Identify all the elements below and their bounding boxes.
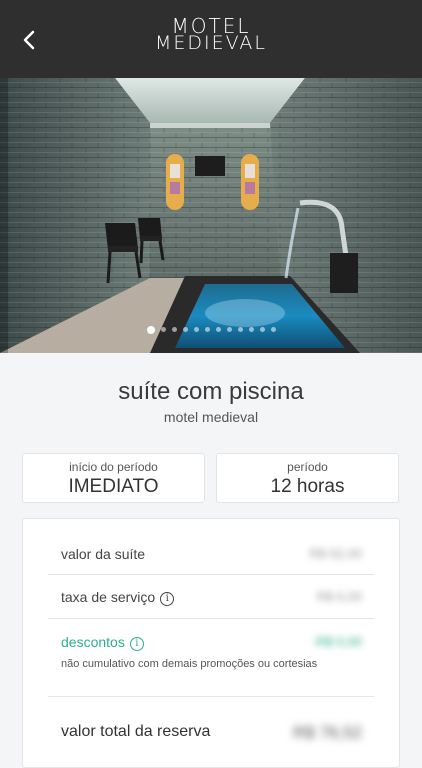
period-start-label: início do período	[69, 460, 158, 474]
carousel-dot[interactable]	[160, 327, 166, 333]
total-label: valor total da reserva	[61, 723, 211, 740]
carousel-dot[interactable]	[215, 327, 221, 333]
carousel-dot[interactable]	[182, 327, 188, 333]
info-icon[interactable]: i	[129, 637, 144, 651]
discount-label-wrap: descontos i	[61, 634, 144, 651]
period-start-box[interactable]: início do período IMEDIATO	[22, 453, 205, 503]
service-fee-value: R$ 6,00	[316, 589, 362, 604]
suite-price-label: valor da suíte	[61, 546, 146, 562]
carousel-dot[interactable]	[193, 327, 199, 333]
carousel-dot[interactable]	[270, 327, 276, 333]
service-fee-label: taxa de serviço	[61, 589, 156, 605]
suite-price-value: R$ 62,00	[309, 546, 362, 561]
period-duration-value: 12 horas	[270, 476, 345, 497]
service-fee-label-wrap: taxa de serviço i	[61, 589, 175, 606]
carousel-dot[interactable]	[146, 325, 155, 334]
service-fee-row: taxa de serviço i R$ 6,00	[48, 575, 374, 619]
carousel-dots	[0, 321, 422, 339]
carousel-dot[interactable]	[237, 327, 243, 333]
suite-photo	[0, 78, 422, 353]
carousel-dot[interactable]	[248, 327, 254, 333]
discount-label: descontos	[61, 634, 125, 650]
motel-logo: MOTEL MEDIEVAL	[0, 16, 422, 54]
carousel-dot[interactable]	[171, 327, 177, 333]
info-icon[interactable]: i	[160, 592, 175, 606]
pricing-card: valor da suíte R$ 62,00 taxa de serviço i…	[22, 518, 400, 768]
period-start-value: IMEDIATO	[68, 476, 159, 497]
period-duration-label: período	[287, 460, 328, 474]
app-header: MOTEL MEDIEVAL	[0, 0, 422, 78]
carousel-dot[interactable]	[204, 327, 210, 333]
motel-name: motel medieval	[163, 409, 259, 425]
suite-name: suíte com piscina	[118, 378, 304, 405]
suite-price-row: valor da suíte R$ 62,00	[48, 529, 374, 575]
period-duration-box[interactable]: período 12 horas	[216, 453, 399, 503]
suite-photo-carousel[interactable]	[0, 78, 422, 353]
discount-note: não cumulativo com demais promoções ou c…	[61, 658, 318, 670]
logo-line-2: MEDIEVAL	[154, 32, 267, 54]
discount-row: descontos i -R$ 0,00 não cumulativo com d…	[48, 619, 374, 697]
carousel-dot[interactable]	[259, 327, 265, 333]
total-value: R$ 76,52	[293, 723, 362, 742]
carousel-dot[interactable]	[226, 327, 232, 333]
discount-value: -R$ 0,00	[312, 634, 362, 649]
